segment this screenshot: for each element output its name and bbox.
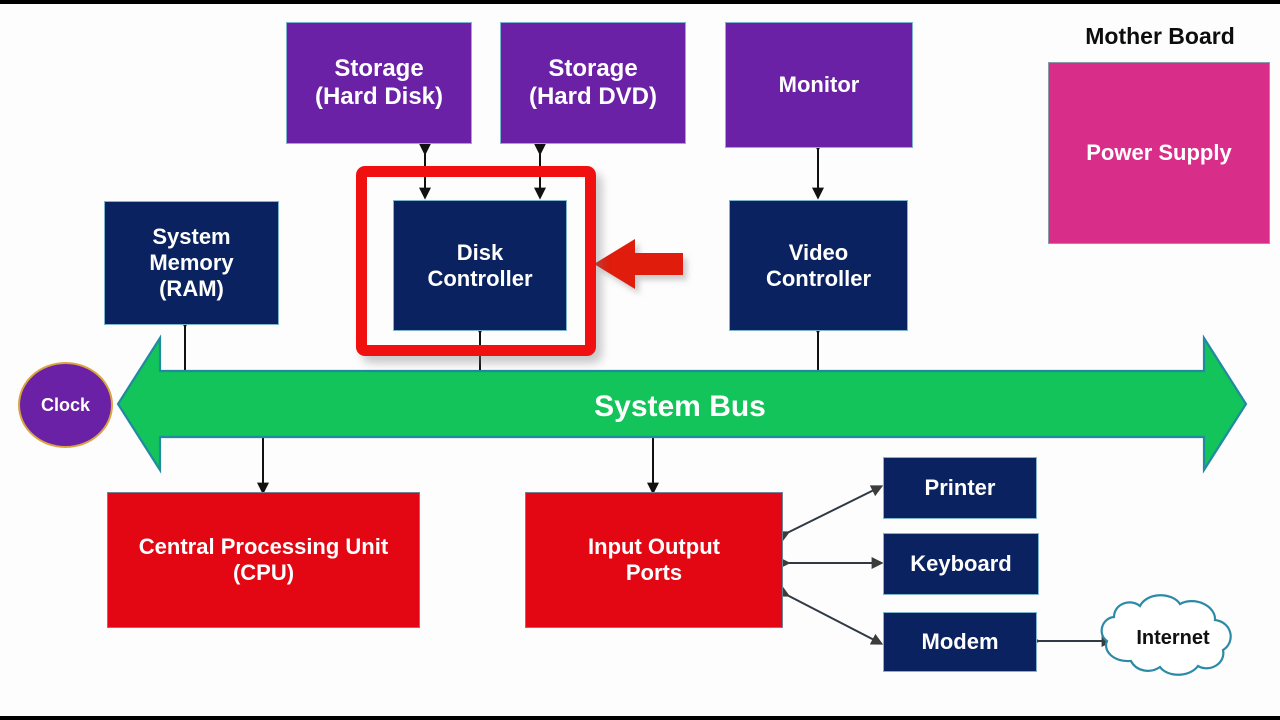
power-supply-box[interactable]: Power Supply	[1048, 62, 1270, 244]
mother-board-title: Mother Board	[1085, 23, 1235, 49]
monitor-box[interactable]: Monitor	[725, 22, 913, 148]
video-controller-box[interactable]: Video Controller	[729, 200, 908, 331]
internet-label: Internet	[1136, 627, 1210, 649]
link-io-ports-to-modem	[776, 585, 884, 645]
modem-box[interactable]: Modem	[883, 612, 1037, 672]
storage-hard-dvd-box[interactable]: Storage (Hard DVD)	[500, 22, 686, 144]
red-callout-arrow	[594, 239, 683, 289]
storage-hard-disk-box[interactable]: Storage (Hard Disk)	[286, 22, 472, 144]
io-ports-box[interactable]: Input Output Ports	[525, 492, 783, 628]
cpu-box[interactable]: Central Processing Unit (CPU)	[107, 492, 420, 628]
diagram-canvas: Storage (Hard Disk) Storage (Hard DVD) M…	[0, 0, 1280, 720]
printer-box[interactable]: Printer	[883, 457, 1037, 519]
disk-controller-box[interactable]: Disk Controller	[393, 200, 567, 331]
link-io-ports-to-printer	[776, 485, 884, 543]
keyboard-box[interactable]: Keyboard	[883, 533, 1039, 595]
clock-node[interactable]: Clock	[18, 362, 113, 448]
system-bus-label: System Bus	[594, 390, 766, 423]
system-memory-box[interactable]: System Memory (RAM)	[104, 201, 279, 325]
